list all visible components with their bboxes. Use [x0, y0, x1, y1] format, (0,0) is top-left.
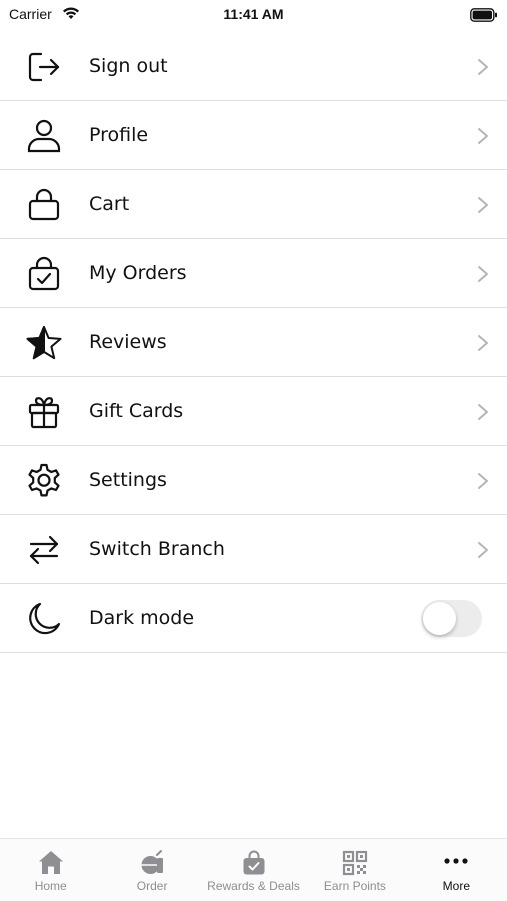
menu-item-label: Reviews: [89, 331, 167, 353]
gear-icon: [25, 462, 63, 500]
menu-item-my-orders[interactable]: My Orders: [0, 239, 507, 308]
sign-out-icon: [25, 48, 63, 86]
tab-home[interactable]: Home: [0, 839, 101, 901]
gift-icon: [25, 393, 63, 431]
tab-rewards-deals[interactable]: Rewards & Deals: [203, 839, 304, 901]
menu-item-label: Gift Cards: [89, 400, 184, 422]
chevron-right-icon: [478, 542, 488, 558]
menu-item-label: Dark mode: [89, 607, 195, 629]
toggle-knob: [423, 602, 456, 635]
menu-item-cart[interactable]: Cart: [0, 170, 507, 239]
menu-item-label: Switch Branch: [89, 538, 225, 560]
chevron-right-icon: [478, 128, 488, 144]
tab-label: Rewards & Deals: [207, 879, 300, 893]
tab-order[interactable]: Order: [101, 839, 202, 901]
moon-icon: [25, 600, 63, 638]
swap-arrows-icon: [25, 531, 63, 569]
menu-item-gift-cards[interactable]: Gift Cards: [0, 377, 507, 446]
bag-check-icon: [25, 255, 63, 293]
battery-icon: [470, 7, 498, 26]
chevron-right-icon: [478, 266, 488, 282]
menu-item-settings[interactable]: Settings: [0, 446, 507, 515]
tab-label: Earn Points: [323, 879, 386, 893]
bag-icon: [25, 186, 63, 224]
rewards-bag-icon: [243, 850, 265, 875]
menu-item-label: Settings: [89, 469, 167, 491]
menu-item-switch-branch[interactable]: Switch Branch: [0, 515, 507, 584]
tab-label: More: [442, 879, 470, 893]
dark-mode-toggle[interactable]: [421, 600, 482, 637]
tab-more[interactable]: More: [406, 839, 507, 901]
menu-item-profile[interactable]: Profile: [0, 101, 507, 170]
chevron-right-icon: [478, 335, 488, 351]
chevron-right-icon: [478, 197, 488, 213]
user-icon: [25, 117, 63, 155]
more-menu: Sign out Profile Cart My Orders Reviews …: [0, 32, 507, 653]
home-icon: [38, 851, 63, 874]
menu-item-label: Sign out: [89, 55, 168, 77]
tab-label: Home: [34, 879, 67, 893]
qr-code-icon: [342, 850, 368, 876]
star-icon: [25, 324, 63, 362]
tab-bar: Home Order Rewards & Deals Earn Points M…: [0, 838, 507, 901]
tab-label: Order: [136, 879, 168, 893]
status-bar: Carrier 11:41 AM: [0, 0, 507, 30]
chevron-right-icon: [478, 59, 488, 75]
menu-item-label: Cart: [89, 193, 130, 215]
chevron-right-icon: [478, 473, 488, 489]
menu-item-label: My Orders: [89, 262, 187, 284]
tab-earn-points[interactable]: Earn Points: [304, 839, 405, 901]
menu-item-sign-out[interactable]: Sign out: [0, 32, 507, 101]
more-dots-icon: [444, 858, 468, 864]
menu-item-reviews[interactable]: Reviews: [0, 308, 507, 377]
order-icon: [141, 850, 164, 874]
status-time: 11:41 AM: [223, 6, 284, 22]
chevron-right-icon: [478, 404, 488, 420]
menu-item-dark-mode: Dark mode: [0, 584, 507, 653]
menu-item-label: Profile: [89, 124, 149, 146]
